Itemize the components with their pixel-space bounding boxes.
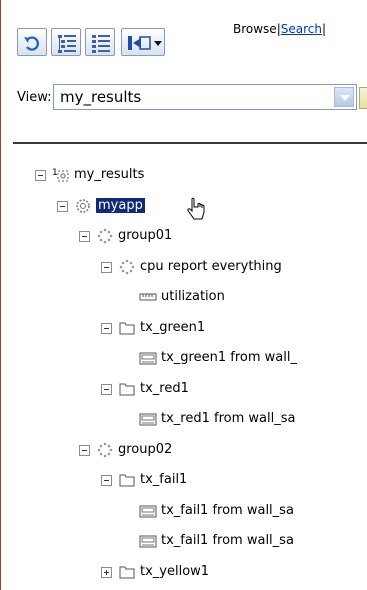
view-select-value: my_results [60,88,142,106]
list-view-icon [92,35,110,53]
list-view-button[interactable] [85,28,115,56]
tree-node[interactable]: tx_yellow1 [1,562,367,586]
tree-node-label[interactable]: tx_green1 from wall_ [161,350,297,365]
tree-node-label[interactable]: myapp [96,197,145,213]
tree-node-label[interactable]: utilization [161,289,225,304]
refresh-button[interactable] [17,28,47,56]
navigate-dropdown-icon [128,36,162,50]
tree-node-label[interactable]: tx_yellow1 [140,564,209,579]
metric-icon [139,532,157,550]
collapse-icon[interactable] [101,383,112,395]
folder-icon [118,563,136,581]
collapse-icon[interactable] [101,261,112,273]
tree-node[interactable]: tx_red1 from wall_sa [1,409,367,433]
tree-view-button[interactable] [51,28,81,56]
view-select[interactable]: my_results [53,84,357,110]
hand-cursor-icon [187,197,205,220]
tree-node[interactable]: tx_fail1 from wall_sa [1,501,367,525]
separator: | [321,22,327,36]
tree-node[interactable]: group02 [1,440,367,464]
expand-icon[interactable] [101,566,112,578]
collapse-icon[interactable] [101,322,112,334]
tree-node-label[interactable]: tx_red1 from wall_sa [161,411,295,426]
metric-icon [139,410,157,428]
results-root-icon: 1 [52,166,70,184]
tree-node[interactable]: tx_red1 [1,379,367,403]
folder-icon [118,380,136,398]
ruler-icon [139,288,157,306]
tree-node[interactable]: myapp [1,196,367,220]
tree-node[interactable]: 1 my_results [1,165,367,189]
navigate-dropdown-button[interactable] [121,28,165,56]
tree-node-label[interactable]: group01 [118,228,172,243]
view-label: View: [17,90,52,105]
tree-node[interactable]: tx_fail1 from wall_sa [1,531,367,555]
svg-text:1: 1 [52,168,58,178]
tree-node[interactable]: tx_green1 [1,318,367,342]
tree-node[interactable]: tx_green1 from wall_ [1,348,367,372]
search-link[interactable]: Search [281,22,322,36]
tree-node-label[interactable]: my_results [74,167,144,182]
metric-icon [139,502,157,520]
panel-frame: Browse|Search| View: my_results ... 1my_… [0,0,367,590]
tree-node-label[interactable]: tx_green1 [140,320,205,335]
tree-node-label[interactable]: tx_fail1 [140,472,187,487]
tree-node-label[interactable]: tx_red1 [140,381,189,396]
toolbar: Browse|Search| [1,0,367,80]
tree-node[interactable]: tx_fail1 [1,470,367,494]
view-more-button[interactable]: ... [359,87,367,109]
tree-node[interactable]: cpu report everything [1,257,367,281]
collapse-icon[interactable] [79,231,90,242]
collapse-icon[interactable] [101,475,112,486]
tree-node[interactable]: utilization [1,287,367,311]
group-icon [118,258,136,276]
tree-node-label[interactable]: tx_fail1 from wall_sa [161,533,294,548]
tree-node-label[interactable]: tx_fail1 from wall_sa [161,503,294,518]
tree-node-label[interactable]: cpu report everything [140,259,282,274]
collapse-icon[interactable] [35,170,46,181]
group-icon [96,227,114,245]
collapse-icon[interactable] [79,444,90,456]
folder-icon [118,319,136,337]
divider [13,142,367,144]
browse-search-links: Browse|Search| [233,22,326,36]
folder-icon [118,471,136,489]
refresh-icon [24,36,39,51]
browse-label: Browse [233,22,277,36]
group-icon [96,441,114,459]
gear-icon [74,197,92,215]
tree-view-icon [58,35,76,53]
tree-node-label[interactable]: group02 [118,442,172,457]
chevron-down-icon[interactable] [334,87,354,107]
collapse-icon[interactable] [57,200,68,212]
tree-node[interactable]: group01 [1,226,367,250]
metric-icon [139,349,157,367]
